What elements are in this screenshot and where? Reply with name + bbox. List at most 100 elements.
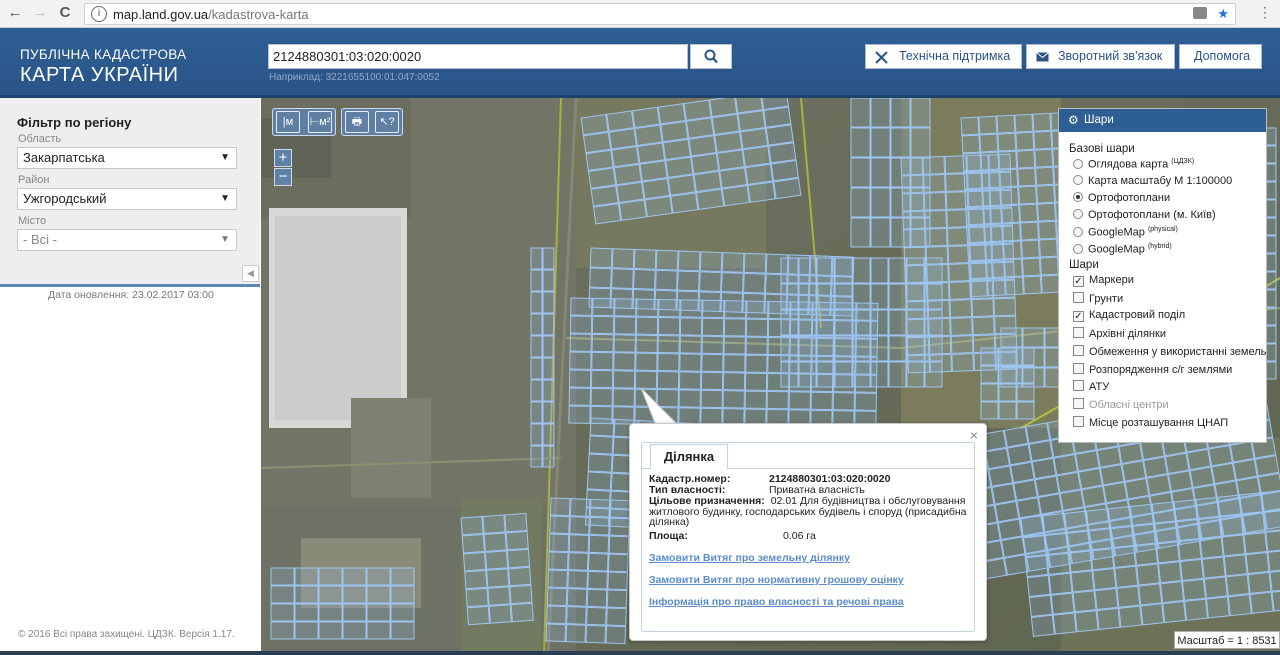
parcel <box>765 124 794 146</box>
base-layer-option[interactable]: Оглядова карта (ЦДЗК) <box>1073 158 1194 171</box>
radio-button[interactable] <box>1073 209 1083 219</box>
parcel <box>635 316 659 336</box>
measure-distance-button[interactable]: |м <box>276 111 300 133</box>
parcel <box>509 584 533 605</box>
parcel <box>530 335 543 358</box>
radio-button[interactable] <box>1073 158 1083 169</box>
logo-line-2[interactable]: КАРТА УКРАЇНИ <box>20 64 178 87</box>
city-select[interactable]: - Всі - ▼ <box>17 229 237 251</box>
parcel <box>1124 477 1150 500</box>
parcel <box>1048 572 1073 595</box>
overlay-layer-option[interactable]: Обласні центри <box>1073 397 1169 411</box>
parcel <box>505 530 529 551</box>
region-filter: Фільтр по регіону Область Закарпатська ▼ … <box>0 98 260 285</box>
zoom-in-button[interactable]: + <box>274 149 292 167</box>
checkbox[interactable] <box>1073 362 1084 374</box>
parcel <box>1026 574 1051 598</box>
parcel <box>616 181 645 204</box>
parcel <box>993 297 1017 317</box>
parcel <box>1225 574 1250 597</box>
feedback-button[interactable]: Зворотний зв'язок <box>1026 44 1175 69</box>
overlay-layer-option[interactable]: АТУ <box>1073 380 1109 393</box>
close-icon[interactable]: × <box>970 427 978 443</box>
search-button[interactable] <box>690 44 732 69</box>
site-info-icon[interactable]: i <box>91 6 107 22</box>
parcel <box>506 548 531 569</box>
checkbox[interactable] <box>1073 397 1084 409</box>
address-bar[interactable]: i map.land.gov.ua/kadastrova-karta ★ <box>84 3 1236 25</box>
radio-button[interactable] <box>1073 243 1083 254</box>
raion-select[interactable]: Ужгородський ▼ <box>17 188 237 210</box>
parcel <box>1157 561 1182 584</box>
parcel <box>1116 585 1141 608</box>
overlay-layer-option[interactable]: Архівні ділянки <box>1073 327 1166 340</box>
translate-icon[interactable] <box>1193 7 1207 19</box>
print-icon[interactable]: 🖶 <box>345 111 369 133</box>
checkbox[interactable] <box>1073 327 1084 339</box>
tab-parcel[interactable]: Ділянка <box>650 444 728 469</box>
parcel <box>1016 401 1035 420</box>
logo-line-1[interactable]: ПУБЛІЧНА КАДАСТРОВА <box>20 47 186 62</box>
parcel <box>1025 422 1051 444</box>
radio-button[interactable] <box>1073 192 1083 202</box>
base-layer-option[interactable]: Карта масштабу М 1:100000 <box>1073 175 1232 187</box>
parcel <box>979 133 999 153</box>
parcel <box>962 152 982 172</box>
base-layer-option[interactable]: GoogleMap (hybrid) <box>1073 243 1172 256</box>
base-layer-option[interactable]: Ортофотоплани (м. Київ) <box>1073 209 1216 221</box>
back-button[interactable]: ← <box>6 4 24 22</box>
ownership-info-link[interactable]: Інформація про право власності та речові… <box>649 596 904 608</box>
checkbox[interactable]: ✓ <box>1073 311 1084 323</box>
overlay-layer-option[interactable]: Розпорядження с/г землями <box>1073 362 1232 376</box>
overlay-layer-label: АТУ <box>1089 381 1110 394</box>
parcel <box>580 113 609 136</box>
measure-area-button[interactable]: ⊢м² <box>308 111 332 133</box>
parcel <box>1164 452 1190 475</box>
base-layer-option[interactable]: GoogleMap (physical) <box>1073 226 1178 239</box>
browser-toolbar: ← → C i map.land.gov.ua/kadastrova-karta… <box>0 0 1280 28</box>
parcel <box>1096 446 1122 468</box>
cadastral-search-input[interactable] <box>268 44 688 69</box>
browser-menu-icon[interactable]: ⋮ <box>1258 4 1272 21</box>
overlay-layer-option[interactable]: Місце розташування ЦНАП <box>1073 415 1228 429</box>
overlay-layer-option[interactable]: ✓ Кадастровий поділ <box>1073 309 1185 323</box>
parcel <box>1197 516 1222 539</box>
radio-button[interactable] <box>1073 226 1083 237</box>
parcel <box>946 209 969 228</box>
ownership-label: Тип власності: <box>649 485 725 496</box>
help-button[interactable]: Допомога <box>1179 44 1262 69</box>
overlay-layer-option[interactable]: Обмеження у використанні земель <box>1073 344 1266 358</box>
parcel <box>870 335 889 362</box>
overlay-layer-option[interactable]: ✓ Маркери <box>1073 274 1134 287</box>
map-view[interactable]: |м ⊢м² 🖶 ↖? + − ⚙ Шари Базові шари Огляд… <box>261 98 1280 655</box>
bookmark-star-icon[interactable]: ★ <box>1217 6 1229 22</box>
parcel <box>693 170 722 193</box>
tech-support-button[interactable]: Технічна підтримка <box>865 44 1022 69</box>
forward-button[interactable]: → <box>31 4 49 22</box>
identify-icon[interactable]: ↖? <box>375 111 399 133</box>
oblast-select[interactable]: Закарпатська ▼ <box>17 147 237 169</box>
base-layer-option[interactable]: Ортофотоплани <box>1073 192 1170 204</box>
reload-button[interactable]: C <box>56 4 74 22</box>
collapse-panel-button[interactable]: ◀ <box>242 265 259 282</box>
parcel <box>366 585 391 604</box>
parcel <box>1140 603 1165 626</box>
order-valuation-link[interactable]: Замовити Витяг про нормативну грошову оц… <box>649 574 904 586</box>
parcel <box>744 372 768 391</box>
checkbox[interactable] <box>1073 344 1084 356</box>
url-host: map.land.gov.ua <box>113 7 209 22</box>
parcel <box>1155 541 1180 564</box>
order-extract-link[interactable]: Замовити Витяг про земельну ділянку <box>649 552 850 564</box>
checkbox[interactable] <box>1073 380 1084 392</box>
parcel <box>366 567 391 586</box>
update-date: Дата оновлення: 23.02.2017 03:00 <box>48 289 214 301</box>
overlay-layer-option[interactable]: Грунти <box>1073 291 1123 305</box>
parcel <box>582 131 612 154</box>
layers-header[interactable]: ⚙ Шари <box>1059 109 1266 132</box>
checkbox[interactable] <box>1073 415 1084 427</box>
radio-button[interactable] <box>1073 175 1083 185</box>
checkbox[interactable] <box>1073 291 1084 303</box>
checkbox[interactable]: ✓ <box>1073 276 1084 287</box>
parcel <box>701 317 725 337</box>
zoom-out-button[interactable]: − <box>274 168 292 186</box>
